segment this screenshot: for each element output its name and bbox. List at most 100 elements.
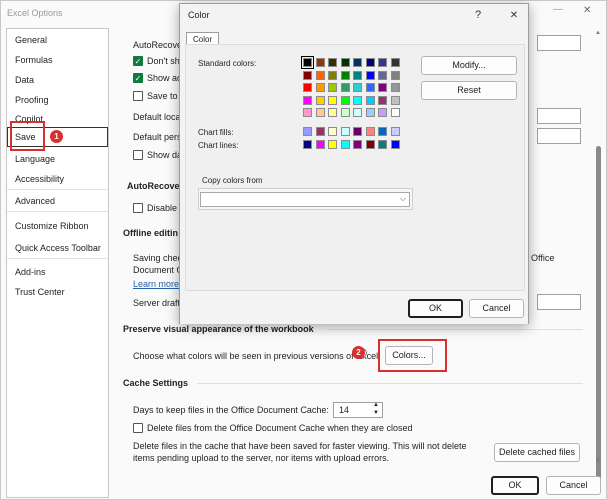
scroll-up-icon[interactable]: ▲ (595, 30, 601, 36)
chevron-down-icon[interactable]: ⌵ (400, 194, 406, 204)
standard-color-swatch[interactable] (303, 83, 312, 92)
standard-color-swatch[interactable] (353, 95, 362, 105)
learn-more-link[interactable]: Learn more (133, 279, 179, 289)
standard-color-swatch[interactable] (328, 58, 337, 67)
chart-line-swatch[interactable] (378, 140, 387, 149)
standard-color-swatch[interactable] (301, 56, 314, 69)
chart-fill-swatch[interactable] (390, 127, 400, 136)
standard-color-swatch[interactable] (353, 83, 362, 92)
standard-color-swatch[interactable] (390, 70, 400, 80)
standard-color-swatch[interactable] (353, 58, 362, 67)
standard-color-swatch[interactable] (365, 83, 375, 92)
standard-color-swatch[interactable] (340, 58, 350, 67)
days-label: Days to keep files in the Office Documen… (133, 405, 329, 415)
standard-color-swatch[interactable] (315, 58, 325, 67)
standard-color-swatch[interactable] (315, 83, 325, 92)
days-spinner[interactable]: 14 ▲ ▼ (333, 402, 383, 418)
sidebar-item-formulas[interactable]: Formulas (15, 55, 53, 65)
save-to-checkbox[interactable] (133, 91, 143, 101)
chart-line-swatch[interactable] (390, 140, 400, 149)
default-local-field[interactable] (537, 108, 581, 124)
scroll-down-icon[interactable]: ▼ (595, 458, 601, 464)
standard-color-swatch[interactable] (378, 83, 387, 92)
chart-line-swatch[interactable] (353, 140, 362, 149)
standard-color-swatch[interactable] (390, 83, 400, 92)
standard-color-swatch[interactable] (340, 108, 350, 117)
dont-show-checkbox[interactable]: ✓ (133, 56, 143, 66)
standard-color-swatch[interactable] (365, 108, 375, 117)
delete-closed-checkbox[interactable] (133, 423, 143, 433)
help-icon[interactable]: ? (467, 6, 489, 26)
sidebar-item-general[interactable]: General (15, 35, 47, 45)
chart-line-swatch[interactable] (365, 140, 375, 149)
standard-color-swatch[interactable] (303, 95, 312, 105)
chart-line-swatch[interactable] (303, 140, 312, 149)
standard-color-swatch[interactable] (340, 83, 350, 92)
standard-color-swatch[interactable] (365, 95, 375, 105)
standard-color-swatch[interactable] (390, 58, 400, 67)
show-add-checkbox[interactable]: ✓ (133, 73, 143, 83)
dialog-close-icon[interactable]: ✕ (503, 6, 525, 26)
chevron-down-icon[interactable]: ▼ (373, 410, 379, 416)
chart-fill-swatch[interactable] (315, 127, 325, 136)
server-drafts-field[interactable] (537, 294, 581, 310)
standard-color-swatch[interactable] (328, 83, 337, 92)
standard-color-swatch[interactable] (378, 95, 387, 105)
disable-autorecover-checkbox[interactable] (133, 203, 143, 213)
chart-line-swatch[interactable] (328, 140, 337, 149)
scroll-thumb[interactable] (596, 146, 601, 486)
copy-colors-select[interactable]: ⌵ (200, 192, 410, 207)
sidebar-item-trust-center[interactable]: Trust Center (15, 287, 65, 297)
standard-color-swatch[interactable] (328, 108, 337, 117)
sidebar-item-proofing[interactable]: Proofing (15, 95, 49, 105)
standard-color-swatch[interactable] (365, 70, 375, 80)
standard-color-swatch[interactable] (328, 95, 337, 105)
sidebar-item-language[interactable]: Language (15, 154, 55, 164)
sidebar-item-advanced[interactable]: Advanced (15, 196, 55, 206)
sidebar-item-customize-ribbon[interactable]: Customize Ribbon (15, 221, 89, 231)
standard-color-swatch[interactable] (390, 95, 400, 105)
standard-color-swatch[interactable] (303, 108, 312, 117)
standard-color-swatch[interactable] (378, 58, 387, 67)
show-da-checkbox[interactable] (133, 150, 143, 160)
standard-color-swatch[interactable] (365, 58, 375, 67)
delete-cached-files-button[interactable]: Delete cached files (494, 443, 580, 462)
sidebar-item-quick-access-toolbar[interactable]: Quick Access Toolbar (15, 243, 101, 253)
standard-color-swatch[interactable] (390, 108, 400, 117)
default-personal-label: Default pers (133, 132, 182, 142)
chart-fill-swatch[interactable] (340, 127, 350, 136)
sidebar-item-accessibility[interactable]: Accessibility (15, 174, 64, 184)
standard-color-swatch[interactable] (353, 108, 362, 117)
chart-line-swatch[interactable] (340, 140, 350, 149)
standard-color-swatch[interactable] (303, 70, 312, 80)
modify-button[interactable]: Modify... (421, 56, 517, 75)
main-scrollbar[interactable]: ▲ ▼ (595, 28, 603, 486)
standard-color-swatch[interactable] (353, 70, 362, 80)
standard-color-swatch[interactable] (315, 95, 325, 105)
close-icon[interactable]: ✕ (583, 5, 591, 16)
standard-color-swatch[interactable] (378, 70, 387, 80)
dialog-ok-button[interactable]: OK (408, 299, 463, 318)
chart-fill-swatch[interactable] (303, 127, 312, 136)
ok-button[interactable]: OK (491, 476, 539, 495)
chart-fill-swatch[interactable] (353, 127, 362, 136)
standard-color-swatch[interactable] (315, 70, 325, 80)
default-personal-field[interactable] (537, 128, 581, 144)
minimize-icon[interactable]: — (553, 4, 563, 15)
standard-color-swatch[interactable] (315, 108, 325, 117)
sidebar-item-data[interactable]: Data (15, 75, 34, 85)
dialog-cancel-button[interactable]: Cancel (469, 299, 524, 318)
standard-color-swatch[interactable] (378, 108, 387, 117)
cancel-button[interactable]: Cancel (546, 476, 601, 495)
chart-line-swatch[interactable] (315, 140, 325, 149)
chart-fill-swatch[interactable] (328, 127, 337, 136)
autorecover-field[interactable] (537, 35, 581, 51)
standard-color-swatch[interactable] (328, 70, 337, 80)
chevron-up-icon[interactable]: ▲ (373, 402, 379, 408)
sidebar-item-add-ins[interactable]: Add-ins (15, 267, 46, 277)
standard-color-swatch[interactable] (340, 95, 350, 105)
chart-fill-swatch[interactable] (378, 127, 387, 136)
reset-button[interactable]: Reset (421, 81, 517, 100)
standard-color-swatch[interactable] (340, 70, 350, 80)
chart-fill-swatch[interactable] (365, 127, 375, 136)
